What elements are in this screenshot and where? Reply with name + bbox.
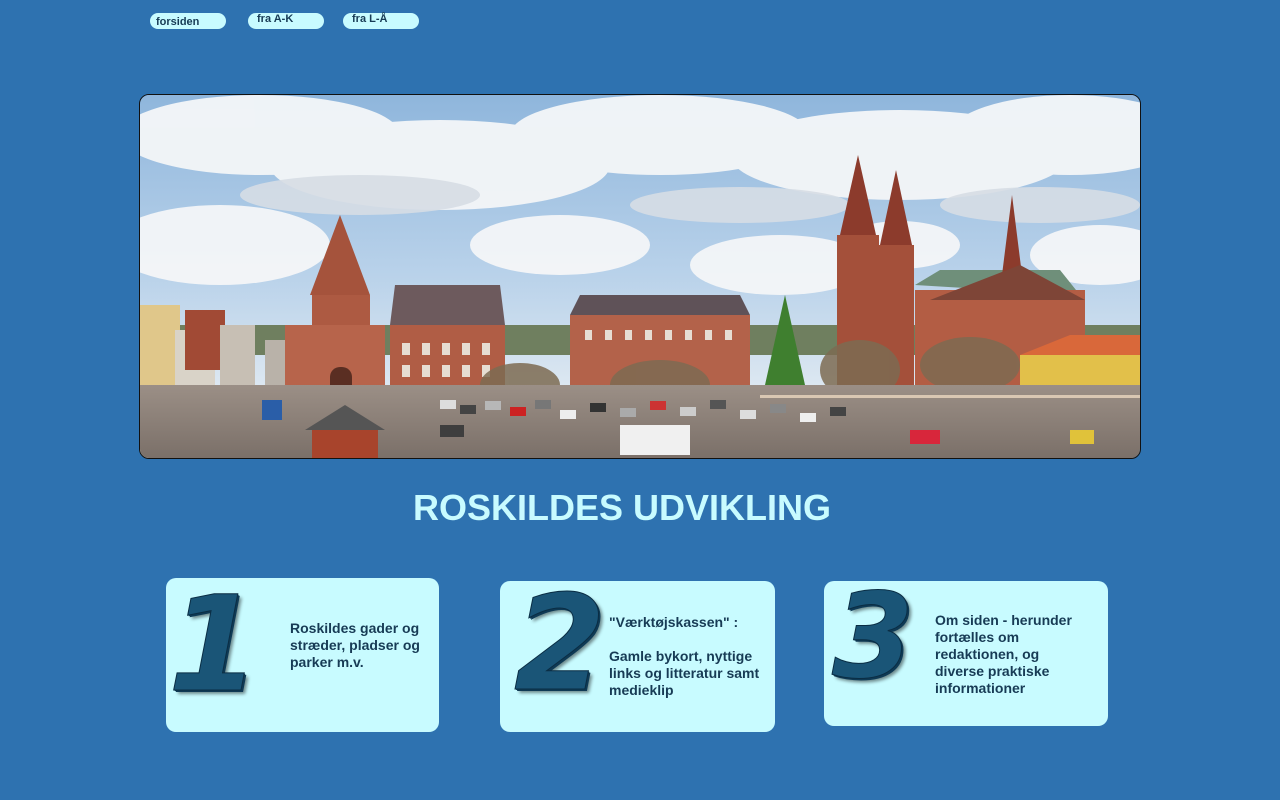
number-3-icon: 3 <box>831 567 915 706</box>
nav-a-k-label: fra A-K <box>257 13 294 25</box>
nav-l-aa-button[interactable]: fra L-Å <box>343 13 419 29</box>
card-streets[interactable]: 1 Roskildes gader og stræder, pladser og… <box>166 568 439 732</box>
number-1-icon: 1 <box>168 568 261 723</box>
card-about[interactable]: 3 Om siden - herunder fortælles om redak… <box>824 567 1108 726</box>
hero-panorama-image <box>139 94 1141 459</box>
card-streets-text[interactable]: Roskildes gader og stræder, pladser og p… <box>290 620 430 671</box>
page-title: ROSKILDES UDVIKLING <box>412 487 832 528</box>
nav-home-label: forsiden <box>156 16 200 28</box>
nav-home-button[interactable]: forsiden <box>150 13 226 29</box>
card-toolbox[interactable]: 2 "Værktøjskassen" : Gamle bykort, nytti… <box>500 567 775 732</box>
card-toolbox-text[interactable]: "Værktøjskassen" : Gamle bykort, nyttige… <box>609 614 767 699</box>
nav-a-k-button[interactable]: fra A-K <box>248 13 324 29</box>
number-2-icon: 2 <box>514 567 607 722</box>
card-about-text[interactable]: Om siden - herunder fortælles om redakti… <box>935 612 1085 697</box>
page: forsiden fra A-K fra L-Å ROSKILDES UDVIK… <box>0 0 1280 800</box>
nav-l-aa-label: fra L-Å <box>352 13 388 25</box>
